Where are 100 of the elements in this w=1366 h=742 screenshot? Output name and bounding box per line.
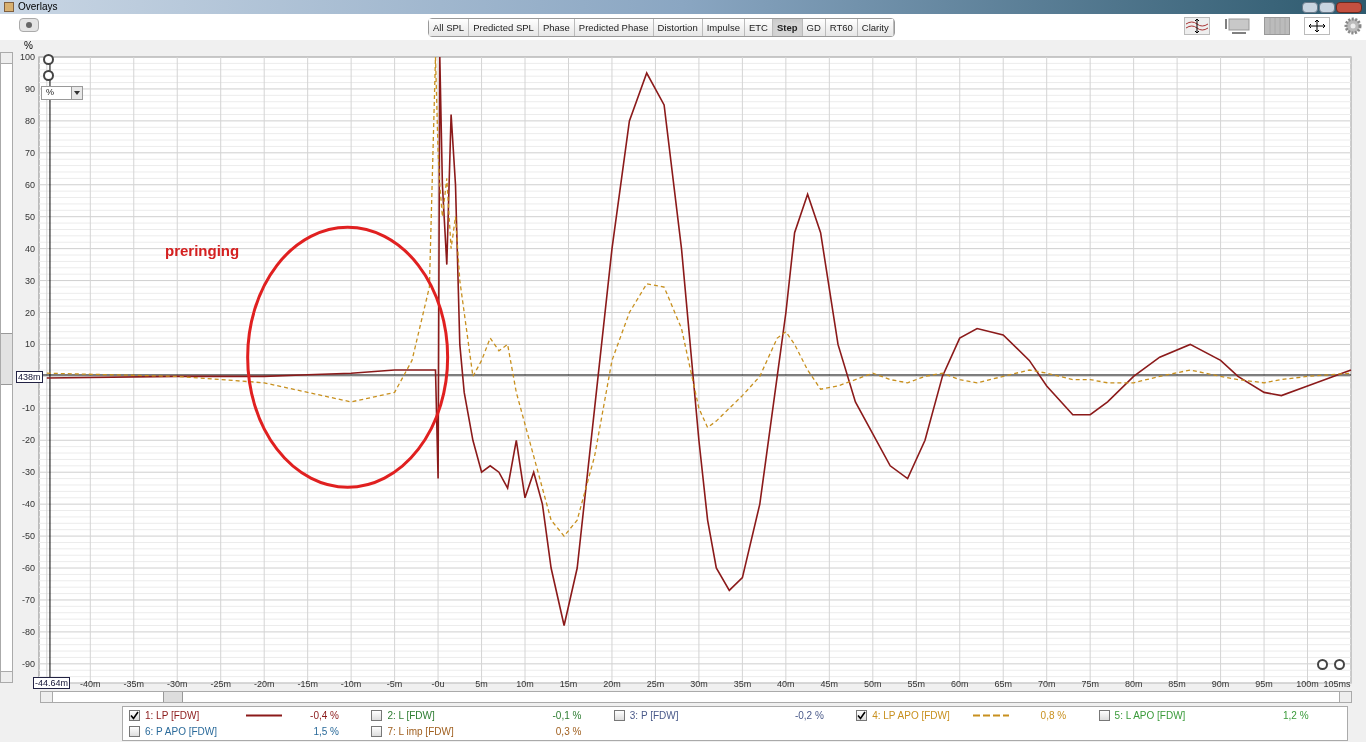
x-tick-label: -35m [123, 679, 145, 689]
y-tick-label: -20 [22, 435, 35, 446]
y-tick-label: 100 [19, 52, 35, 62]
x-tick-label: 10m [516, 679, 534, 689]
x-tick-label: 55m [907, 679, 926, 689]
x-tick-label: -30m [167, 679, 188, 689]
view-tab[interactable]: Predicted Phase [574, 19, 654, 36]
x-tick-label: 20m [603, 679, 621, 689]
x-tick-label: 40m [777, 679, 795, 689]
lens-icon [26, 22, 32, 28]
y-tick-label: -60 [22, 563, 35, 573]
view-tab[interactable]: Phase [538, 19, 575, 36]
y-tick-label: -10 [22, 403, 35, 414]
y-tick-label: -50 [22, 531, 35, 542]
app-icon [4, 2, 14, 12]
x-tick-label: 90m [1211, 679, 1230, 689]
view-tab[interactable]: Impulse [702, 19, 745, 36]
minimize-button[interactable] [1302, 1, 1318, 13]
view-tab[interactable]: GD [802, 19, 826, 36]
view-tab[interactable]: Predicted SPL [469, 19, 539, 36]
legend-checkbox[interactable] [1098, 710, 1110, 721]
annotation-label: preringing [165, 242, 240, 259]
y-axis-unit: % [24, 40, 33, 51]
legend-label: 6: P APO [FDW] [145, 726, 219, 737]
horizontal-scrollbar[interactable] [40, 691, 1352, 703]
x-tick-label: -20m [253, 679, 275, 689]
legend-label: 1: LP [FDW] [145, 710, 201, 721]
unit-dropdown[interactable]: % [41, 86, 83, 100]
waveform-arrows-icon[interactable] [1184, 17, 1210, 35]
scroll-thumb[interactable] [1, 333, 12, 385]
y-tick-label: -30 [22, 467, 35, 478]
x-tick-label: 75m [1081, 679, 1099, 689]
camera-button[interactable] [19, 18, 39, 32]
view-tab[interactable]: ETC [744, 19, 773, 36]
window-title: Overlays [18, 2, 58, 12]
move-arrows-icon[interactable] [1304, 17, 1330, 35]
line-sample-icon [246, 714, 282, 717]
legend-checkbox[interactable] [613, 710, 625, 721]
check-icon [130, 711, 139, 720]
view-tab[interactable]: RT60 [825, 19, 858, 36]
y-tick-label: -70 [22, 594, 35, 605]
cursor-x-readout: -44.64m [33, 677, 71, 689]
y-tick-label: 70 [25, 147, 35, 158]
legend-label: 5: L APO [FDW] [1114, 710, 1187, 721]
legend-label: 4: LP APO [FDW] [872, 710, 951, 721]
scroll-thumb[interactable] [163, 692, 183, 702]
legend-value: -0,2 % [793, 710, 824, 721]
x-tick-label: 35m [733, 679, 752, 689]
x-tick-label: 15m [559, 679, 578, 689]
y-tick-label: -80 [22, 626, 35, 637]
y-tick-label: 50 [25, 211, 35, 222]
y-tick-label: 10 [25, 339, 35, 350]
settings-icon[interactable] [1344, 17, 1362, 35]
legend-value: 0,8 % [1039, 710, 1067, 721]
y-tick-label: 60 [25, 179, 35, 190]
x-tick-label: -10m [340, 679, 362, 689]
x-tick-label: -40m [80, 679, 101, 689]
x-tick-label: -0u [431, 679, 445, 689]
legend-checkbox[interactable] [371, 726, 383, 737]
close-button[interactable] [1336, 1, 1362, 13]
legend-label: 7: L imp [FDW] [387, 726, 455, 737]
y-tick-label: -90 [22, 658, 35, 669]
legend-checkbox[interactable] [129, 710, 140, 721]
y-tick-label: 40 [25, 243, 35, 254]
x-tick-label: -5m [386, 679, 403, 689]
x-tick-label: 50m [864, 679, 882, 689]
check-icon [857, 711, 867, 720]
legend-checkbox[interactable] [371, 710, 383, 721]
legend-checkbox[interactable] [856, 710, 868, 721]
x-tick-label: 100m [1296, 679, 1319, 689]
x-tick-label: 70m [1037, 679, 1056, 689]
x-tick-label: 105ms [1323, 679, 1351, 689]
view-tab[interactable]: Distortion [653, 19, 703, 36]
y-tick-label: 90 [25, 83, 35, 94]
y-tick-label: 30 [25, 275, 35, 286]
x-tick-label: 85m [1168, 679, 1186, 689]
vertical-scrollbar[interactable] [0, 52, 13, 683]
resize-graph-icon[interactable] [1224, 17, 1250, 35]
line-sample-icon [973, 714, 1010, 717]
x-tick-label: 45m [820, 679, 839, 689]
view-tab[interactable]: Step [772, 19, 803, 36]
legend-value: 0,3 % [554, 726, 582, 737]
y-tick-label: -40 [22, 499, 35, 510]
view-tab[interactable]: All SPL [429, 19, 470, 36]
legend-value: 1,5 % [312, 726, 339, 737]
x-tick-label: 95m [1255, 679, 1273, 689]
x-tick-label: 5m [475, 679, 488, 689]
legend-value: -0,1 % [551, 710, 582, 721]
x-tick-label: 30m [690, 679, 708, 689]
legend-checkbox[interactable] [129, 726, 140, 737]
y-tick-label: 20 [25, 307, 35, 318]
y-tick-label: 80 [25, 115, 35, 126]
x-tick-label: 80m [1124, 679, 1143, 689]
view-tab[interactable]: Clarity [857, 19, 894, 36]
legend-label: 2: L [FDW] [387, 710, 436, 721]
legend-value: -0,4 % [309, 710, 339, 721]
maximize-button[interactable] [1319, 1, 1335, 13]
x-tick-label: -15m [297, 679, 318, 689]
x-tick-label: 60m [951, 679, 969, 689]
x-tick-label: 65m [994, 679, 1012, 689]
